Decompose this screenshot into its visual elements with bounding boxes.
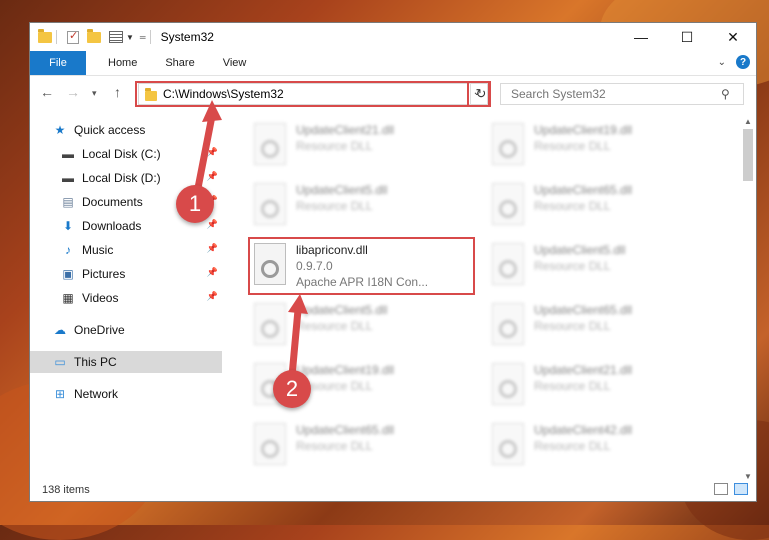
arrow-to-file (288, 306, 302, 380)
arrow-to-address-bar (194, 112, 216, 192)
step-callout-1: 1 (176, 185, 214, 223)
annotation-arrows (194, 100, 308, 380)
arrow-head (288, 294, 308, 314)
arrow-head (202, 100, 222, 122)
step-callout-2: 2 (273, 370, 311, 408)
